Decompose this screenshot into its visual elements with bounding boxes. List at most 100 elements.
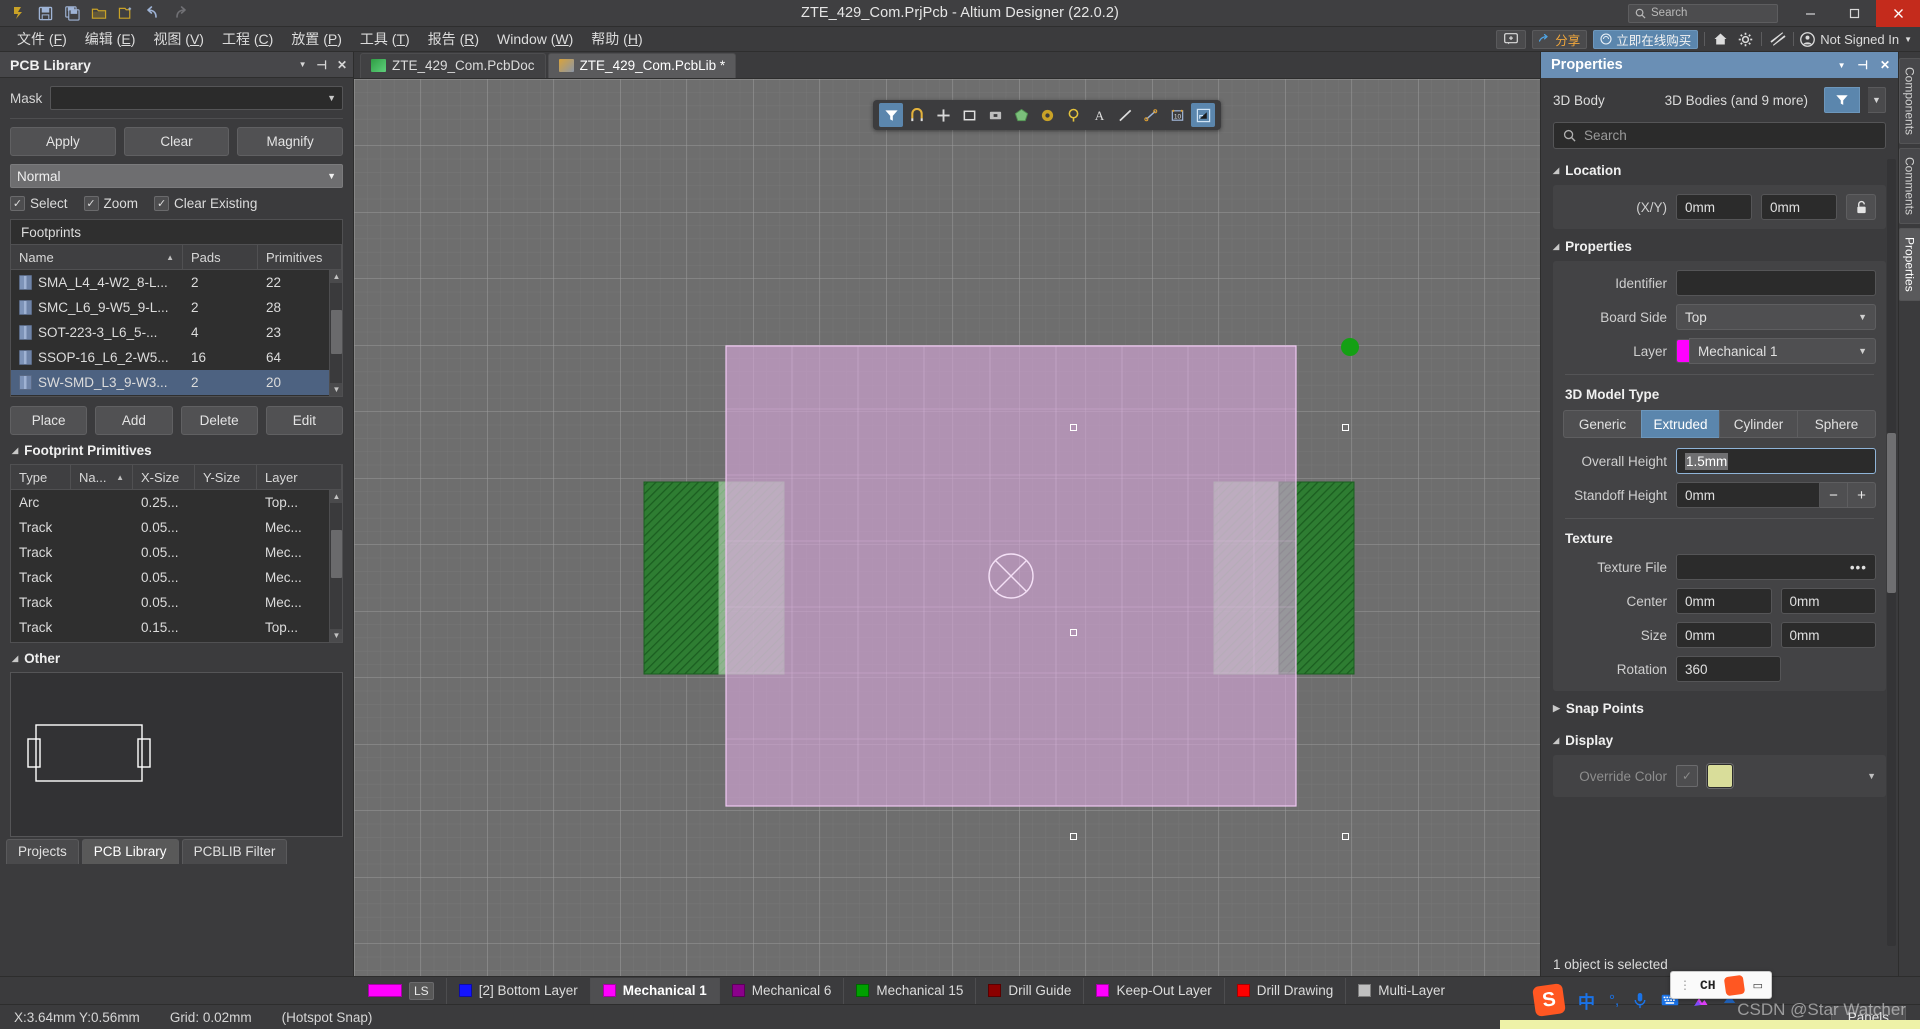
altium-logo-icon[interactable] [6, 2, 30, 24]
tab-projects[interactable]: Projects [6, 839, 79, 864]
unlock-icon[interactable] [1846, 194, 1876, 220]
selection-handle[interactable] [1070, 833, 1077, 840]
panel-menu-icon[interactable]: ▼ [299, 60, 307, 69]
clear-existing-checkbox[interactable]: ✓ Clear Existing [154, 196, 257, 211]
place-cross-icon[interactable] [931, 103, 955, 127]
undo-icon[interactable] [141, 2, 165, 24]
properties-scrollbar-thumb[interactable] [1887, 433, 1896, 593]
texture-size-y-input[interactable]: 0mm [1780, 622, 1876, 648]
minimize-button[interactable] [1788, 0, 1832, 27]
home-icon[interactable] [1711, 30, 1730, 49]
place-via-icon[interactable] [1035, 103, 1059, 127]
properties-scroll-area[interactable]: ◢ Location (X/Y) 0mm 0mm ◢ Properties Id… [1541, 153, 1898, 952]
vtab-comments[interactable]: Comments [1898, 148, 1920, 225]
menu-place[interactable]: 放置 (P) [282, 26, 351, 52]
add-button[interactable]: Add [95, 406, 173, 435]
vtab-properties[interactable]: Properties [1898, 228, 1920, 301]
properties-search-input[interactable]: Search [1553, 122, 1886, 149]
standoff-height-input[interactable]: 0mm [1676, 482, 1820, 508]
object-filter-button[interactable] [1824, 87, 1860, 113]
document-tab-pcbdoc[interactable]: ZTE_429_Com.PcbDoc [360, 53, 546, 78]
layer-tab-drill-drawing[interactable]: Drill Drawing [1225, 977, 1347, 1004]
column-ysize[interactable]: Y-Size [195, 465, 257, 489]
model-type-cylinder[interactable]: Cylinder [1719, 410, 1797, 438]
notes-button[interactable] [1496, 29, 1527, 49]
column-pads[interactable]: Pads [183, 245, 258, 269]
filter-icon[interactable] [879, 103, 903, 127]
texture-center-x-input[interactable]: 0mm [1676, 588, 1772, 614]
delete-button[interactable]: Delete [180, 406, 258, 435]
panel-close-icon[interactable]: ✕ [1880, 58, 1890, 72]
panel-pin-icon[interactable]: ⊣ [1857, 58, 1867, 72]
table-row[interactable]: SOT-223-3_L6_5-... 4 23 [11, 320, 342, 345]
location-y-input[interactable]: 0mm [1761, 194, 1837, 220]
layer-tab-bottom-layer[interactable]: [2] Bottom Layer [447, 977, 591, 1004]
table-row[interactable]: SMA_L4_4-W2_8-L... 2 22 [11, 270, 342, 295]
column-layer[interactable]: Layer [257, 465, 342, 489]
magnify-button[interactable]: Magnify [237, 127, 344, 156]
ime-punctuation-mode[interactable]: °, [1609, 992, 1619, 1009]
menu-file[interactable]: 文件 (F) [8, 26, 76, 52]
menu-edit[interactable]: 编辑 (E) [76, 26, 145, 52]
layer-tab-mechanical-6[interactable]: Mechanical 6 [720, 977, 845, 1004]
snap-points-section-header[interactable]: ▶ Snap Points [1553, 691, 1886, 723]
layer-tab-mechanical-1[interactable]: Mechanical 1 [590, 977, 720, 1004]
table-row[interactable]: SSOP-16_L6_2-W5... 16 64 [11, 345, 342, 370]
place-button[interactable]: Place [10, 406, 88, 435]
dimension-icon[interactable]: 10 [1165, 103, 1189, 127]
primitives-scrollbar[interactable]: ▲ ▼ [329, 490, 342, 642]
save-icon[interactable] [33, 2, 57, 24]
table-row[interactable]: SMC_L6_9-W5_9-L... 2 28 [11, 295, 342, 320]
vtab-components[interactable]: Components [1898, 58, 1920, 145]
place-arc-icon[interactable] [1139, 103, 1163, 127]
layer-tab-keep-out-layer[interactable]: Keep-Out Layer [1084, 977, 1225, 1004]
apply-button[interactable]: Apply [10, 127, 116, 156]
column-name[interactable]: Name ▲ [11, 245, 183, 269]
license-icon[interactable] [1768, 30, 1787, 49]
open-project-icon[interactable] [114, 2, 138, 24]
place-string-icon[interactable]: A [1087, 103, 1111, 127]
column-type[interactable]: Type [11, 465, 71, 489]
location-x-input[interactable]: 0mm [1676, 194, 1752, 220]
global-search-input[interactable]: Search [1628, 3, 1778, 23]
pcb-canvas[interactable]: A 10 [354, 79, 1540, 976]
share-button[interactable]: 分享 [1532, 29, 1588, 49]
texture-size-x-input[interactable]: 0mm [1676, 622, 1772, 648]
place-keepout-icon[interactable] [1061, 103, 1085, 127]
override-color-swatch[interactable] [1707, 764, 1733, 788]
table-row[interactable]: Track0.15Top [11, 640, 342, 642]
object-filter-dropdown[interactable]: ▼ [1868, 87, 1886, 113]
menu-reports[interactable]: 报告 (R) [419, 26, 488, 52]
menu-window[interactable]: Window (W) [488, 28, 582, 50]
layer-tab-multi-layer[interactable]: Multi-Layer [1346, 978, 1457, 1004]
buy-online-button[interactable]: 立即在线购买 [1593, 29, 1699, 49]
texture-rotation-input[interactable]: 360 [1676, 656, 1781, 682]
other-section-header[interactable]: ◢ Other [10, 643, 343, 672]
place-3dbody-icon[interactable] [1191, 103, 1215, 127]
override-color-checkbox[interactable]: ✓ [1676, 765, 1698, 787]
scroll-up-icon[interactable]: ▲ [330, 270, 342, 283]
display-section-header[interactable]: ◢ Display [1553, 723, 1886, 755]
place-pad-icon[interactable] [983, 103, 1007, 127]
menu-tools[interactable]: 工具 (T) [351, 26, 419, 52]
selection-handle[interactable] [1070, 424, 1077, 431]
board-side-select[interactable]: Top ▼ [1676, 304, 1876, 330]
gear-icon[interactable] [1736, 30, 1755, 49]
selection-handle[interactable] [1342, 424, 1349, 431]
column-pname[interactable]: Na... ▲ [71, 465, 133, 489]
zoom-checkbox[interactable]: ✓ Zoom [83, 196, 138, 211]
model-type-generic[interactable]: Generic [1563, 410, 1641, 438]
table-row[interactable]: Arc 0.25... Top... [11, 490, 342, 515]
account-button[interactable]: Not Signed In ▼ [1800, 32, 1912, 47]
column-xsize[interactable]: X-Size [133, 465, 195, 489]
mask-input[interactable]: ▼ [50, 86, 343, 110]
panel-pin-icon[interactable]: ⊣ [316, 58, 326, 72]
select-checkbox[interactable]: ✓ Select [10, 196, 68, 211]
magnet-snap-icon[interactable] [905, 103, 929, 127]
menu-help[interactable]: 帮助 (H) [582, 26, 651, 52]
table-row-selected[interactable]: SW-SMD_L3_9-W3... 2 20 [11, 370, 342, 395]
texture-center-y-input[interactable]: 0mm [1780, 588, 1876, 614]
place-polygon-icon[interactable] [1009, 103, 1033, 127]
sogou-logo-icon[interactable]: S [1532, 983, 1566, 1017]
ime-expand-icon[interactable]: ▭ [1753, 979, 1763, 992]
